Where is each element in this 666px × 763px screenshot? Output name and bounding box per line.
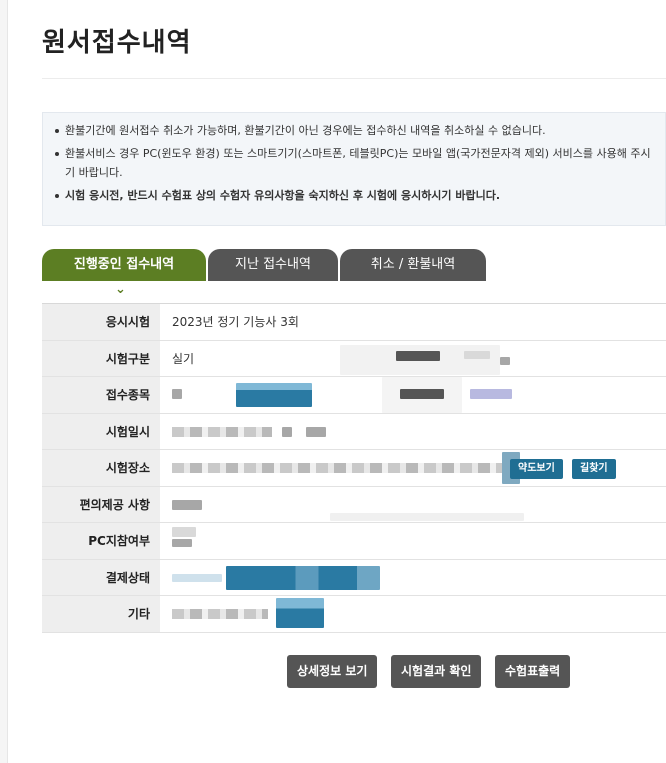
redacted-block bbox=[172, 609, 268, 619]
map-view-button[interactable]: 약도보기 bbox=[510, 459, 563, 479]
row-label: 시험구분 bbox=[42, 340, 160, 376]
tab-past[interactable]: 지난 접수내역 bbox=[208, 249, 338, 281]
notice-box: 환불기간에 원서접수 취소가 가능하며, 환불기간이 아닌 경우에는 접수하신 … bbox=[42, 112, 666, 226]
redacted-block bbox=[236, 383, 312, 407]
tab-in-progress[interactable]: 진행중인 접수내역 bbox=[42, 249, 206, 281]
row-label: 응시시험 bbox=[42, 304, 160, 340]
title-divider bbox=[42, 78, 666, 79]
redacted-block bbox=[464, 350, 490, 359]
chevron-down-icon: ⌄ bbox=[115, 282, 126, 297]
row-value bbox=[160, 523, 666, 559]
redacted-block bbox=[276, 598, 324, 628]
redacted-block bbox=[330, 512, 524, 521]
redacted-block bbox=[282, 426, 292, 437]
exam-type: 실기 bbox=[172, 351, 195, 366]
row-value: 약도보기 길찾기 bbox=[160, 450, 666, 486]
redacted-block bbox=[172, 389, 182, 399]
tab-cancel-refund[interactable]: 취소 / 환불내역 bbox=[340, 249, 486, 281]
redacted-block bbox=[172, 499, 202, 510]
redacted-block bbox=[306, 426, 326, 437]
redacted-block bbox=[400, 389, 444, 399]
row-value bbox=[160, 560, 666, 596]
redacted-block bbox=[172, 573, 222, 582]
directions-button[interactable]: 길찾기 bbox=[572, 459, 616, 479]
table-row: 편의제공 사항 bbox=[42, 486, 666, 523]
print-admission-ticket-button[interactable]: 수험표출력 bbox=[495, 655, 571, 688]
row-label: 기타 bbox=[42, 596, 160, 632]
application-detail-table: 응시시험 2023년 정기 기능사 3회 시험구분 실기 접수종목 시험일시 시… bbox=[42, 303, 666, 633]
row-value: 2023년 정기 기능사 3회 bbox=[160, 304, 666, 340]
table-row: 시험일시 bbox=[42, 413, 666, 450]
table-row: 응시시험 2023년 정기 기능사 3회 bbox=[42, 304, 666, 341]
table-row: 기타 bbox=[42, 596, 666, 633]
notice-item: 환불서비스 경우 PC(윈도우 환경) 또는 스마트기기(스마트폰, 테블릿PC… bbox=[55, 144, 655, 182]
row-value bbox=[160, 377, 666, 413]
view-details-button[interactable]: 상세정보 보기 bbox=[287, 655, 378, 688]
notice-item: 환불기간에 원서접수 취소가 가능하며, 환불기간이 아닌 경우에는 접수하신 … bbox=[55, 121, 655, 140]
redacted-block bbox=[172, 527, 196, 537]
row-label: PC지참여부 bbox=[42, 523, 160, 559]
redacted-block bbox=[500, 356, 510, 365]
row-value: 실기 bbox=[160, 341, 666, 377]
tab-bar: 진행중인 접수내역 지난 접수내역 취소 / 환불내역 bbox=[42, 249, 642, 281]
redacted-block bbox=[172, 539, 192, 547]
notice-item-emphasis: 시험 응시전, 반드시 수험표 상의 수험자 유의사항을 숙지하신 후 시험에 … bbox=[55, 186, 655, 205]
table-row: 시험구분 실기 bbox=[42, 340, 666, 377]
check-result-button[interactable]: 시험결과 확인 bbox=[391, 655, 482, 688]
redacted-block bbox=[172, 463, 502, 473]
row-label: 시험일시 bbox=[42, 413, 160, 449]
redacted-block bbox=[396, 350, 440, 361]
row-value bbox=[160, 596, 666, 632]
row-value bbox=[160, 487, 666, 523]
row-label: 결제상태 bbox=[42, 559, 160, 595]
page-title: 원서접수내역 bbox=[42, 28, 192, 58]
row-value bbox=[160, 414, 666, 450]
table-row: 결제상태 bbox=[42, 559, 666, 596]
left-frame-border bbox=[0, 0, 8, 763]
redacted-block bbox=[226, 565, 380, 590]
row-label: 편의제공 사항 bbox=[42, 486, 160, 522]
redacted-block bbox=[172, 426, 272, 437]
row-label: 시험장소 bbox=[42, 450, 160, 486]
redacted-block bbox=[470, 389, 512, 399]
table-row: 시험장소 약도보기 길찾기 bbox=[42, 450, 666, 487]
table-row: 접수종목 bbox=[42, 377, 666, 414]
row-label: 접수종목 bbox=[42, 377, 160, 413]
table-row: PC지참여부 bbox=[42, 523, 666, 560]
exam-name: 2023년 정기 기능사 3회 bbox=[172, 315, 299, 329]
